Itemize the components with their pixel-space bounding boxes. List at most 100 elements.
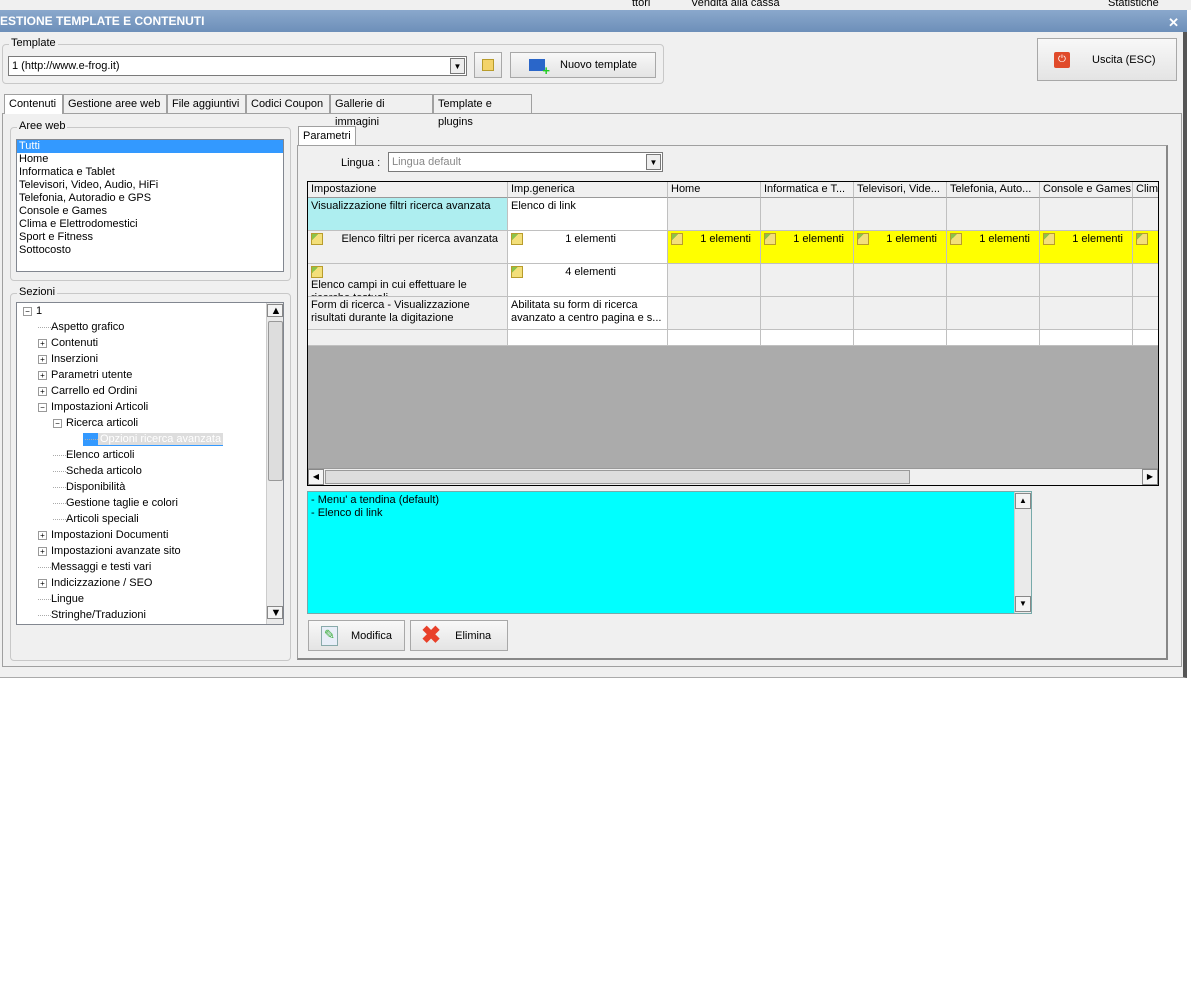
chevron-down-icon[interactable]: ▼ [450,58,465,74]
close-icon[interactable]: ✕ [1168,12,1179,34]
grid-cell[interactable] [508,330,668,346]
template-select[interactable]: 1 (http://www.e-frog.it) ▼ [8,56,467,76]
collapse-icon[interactable]: − [23,306,32,316]
folder-icon[interactable] [511,233,523,245]
tree-node[interactable]: Opzioni ricerca avanzata [83,433,224,446]
tree-node[interactable]: Aspetto grafico [36,321,124,334]
grid-cell[interactable] [947,264,1040,297]
grid-cell[interactable]: 4 elementi [508,264,668,297]
exit-button[interactable]: ⏻ Uscita (ESC) [1037,38,1177,81]
grid-cell[interactable] [668,330,761,346]
aree-web-list[interactable]: Tutti Home Informatica e Tablet Televisori,… [16,139,284,272]
folder-icon[interactable] [857,233,869,245]
grid-cell[interactable] [1133,231,1158,264]
grid-row-label[interactable]: Visualizzazione filtri ricerca avanzata [308,198,508,231]
tree-node[interactable]: + Indicizzazione / SEO [36,577,153,590]
grid-cell[interactable] [1040,297,1133,330]
tab-codici-coupon[interactable]: Codici Coupon [246,94,330,113]
grid-cell[interactable]: 1 elementi [1040,231,1133,264]
grid-cell[interactable] [947,297,1040,330]
scroll-thumb[interactable] [325,470,910,484]
grid-cell[interactable] [668,198,761,231]
grid-row-label[interactable]: Form di ricerca - Visualizzazione risult… [308,297,508,330]
grid-cell[interactable] [761,264,854,297]
tree-node[interactable]: −1 [21,305,42,318]
grid-cell[interactable] [1133,330,1158,346]
grid-cell[interactable] [1040,198,1133,231]
description-scrollbar[interactable]: ▲ ▼ [1014,492,1031,613]
expand-icon[interactable]: + [38,354,47,364]
grid-cell[interactable] [1133,297,1158,330]
folder-icon[interactable] [1136,233,1148,245]
sezioni-tree[interactable]: ▲ ▼ −1 Aspetto grafico + Contenuti + Inserzio… [16,302,284,625]
tree-node[interactable]: Gestione taglie e colori [51,497,178,510]
expand-icon[interactable]: + [38,530,47,540]
grid-header-cell[interactable]: Informatica e T... [761,182,854,198]
grid-cell[interactable] [1133,264,1158,297]
expand-icon[interactable]: + [38,338,47,348]
grid-cell[interactable] [854,198,947,231]
tree-node[interactable]: Stringhe/Traduzioni [36,609,146,622]
tab-gestione-aree-web[interactable]: Gestione aree web [63,94,167,113]
grid-cell[interactable] [761,330,854,346]
tree-node[interactable]: + Inserzioni [36,353,98,366]
grid-cell[interactable]: 1 elementi [761,231,854,264]
open-folder-button[interactable] [474,52,502,78]
tree-node[interactable]: Elenco articoli [51,449,134,462]
tree-node[interactable]: − Impostazioni Articoli [36,401,148,414]
scroll-down-icon[interactable]: ▼ [267,606,283,619]
grid-header-cell[interactable]: Impostazione [308,182,508,198]
expand-icon[interactable]: + [38,370,47,380]
tab-gallerie-di-immagini[interactable]: Gallerie di immagini [330,94,433,128]
scroll-down-icon[interactable]: ▼ [1015,596,1031,612]
folder-icon[interactable] [950,233,962,245]
grid-row-label[interactable]: Elenco filtri per ricerca avanzata [308,231,508,264]
tab-contenuti[interactable]: Contenuti [4,94,63,114]
aree-web-item[interactable]: Televisori, Video, Audio, HiFi [17,179,283,192]
grid-cell[interactable] [947,330,1040,346]
grid-header-cell[interactable]: Telefonia, Auto... [947,182,1040,198]
grid-cell[interactable] [854,330,947,346]
grid-cell[interactable] [854,264,947,297]
tree-node[interactable]: + Contenuti [36,337,98,350]
modifica-button[interactable]: ✎ Modifica [308,620,405,651]
grid-hscrollbar[interactable]: ◀ ▶ [308,468,1158,485]
grid-row-label[interactable] [308,330,508,346]
grid-header-cell[interactable]: Televisori, Vide... [854,182,947,198]
grid-header-cell[interactable]: Console e Games [1040,182,1133,198]
scroll-right-icon[interactable]: ▶ [1142,469,1158,485]
lingua-select[interactable]: Lingua default ▼ [388,152,663,172]
tree-scrollbar[interactable]: ▲ ▼ [266,303,283,624]
aree-web-item[interactable]: Tutti [17,140,283,153]
aree-web-item[interactable]: Home [17,153,283,166]
scroll-thumb[interactable] [268,321,283,481]
tree-node[interactable]: Scheda articolo [51,465,142,478]
folder-icon[interactable] [671,233,683,245]
new-template-button[interactable]: + Nuovo template [510,52,656,78]
grid-cell[interactable]: 1 elementi [854,231,947,264]
folder-icon[interactable] [1043,233,1055,245]
grid-cell[interactable] [761,297,854,330]
tree-node[interactable]: + Parametri utente [36,369,132,382]
tab-file-aggiuntivi[interactable]: File aggiuntivi [167,94,246,113]
expand-icon[interactable]: + [38,546,47,556]
scroll-up-icon[interactable]: ▲ [1015,493,1031,509]
chevron-down-icon[interactable]: ▼ [646,154,661,170]
expand-icon[interactable]: + [38,386,47,396]
grid-cell[interactable] [1040,330,1133,346]
grid-header-cell[interactable]: Imp.generica [508,182,668,198]
grid-cell[interactable] [761,198,854,231]
tree-node[interactable]: Messaggi e testi vari [36,561,151,574]
tree-node[interactable]: + Impostazioni avanzate sito [36,545,181,558]
grid-cell[interactable]: Abilitata su form di ricerca avanzato a … [508,297,668,330]
elimina-button[interactable]: ✖ Elimina [410,620,508,651]
expand-icon[interactable]: + [38,578,47,588]
collapse-icon[interactable]: − [53,418,62,428]
grid-cell[interactable] [1040,264,1133,297]
tree-node[interactable]: + Impostazioni Documenti [36,529,168,542]
tree-node[interactable]: + Carrello ed Ordini [36,385,137,398]
grid-cell[interactable]: 1 elementi [508,231,668,264]
aree-web-item[interactable]: Sottocosto [17,244,283,257]
folder-icon[interactable] [511,266,523,278]
scroll-up-icon[interactable]: ▲ [267,304,283,317]
